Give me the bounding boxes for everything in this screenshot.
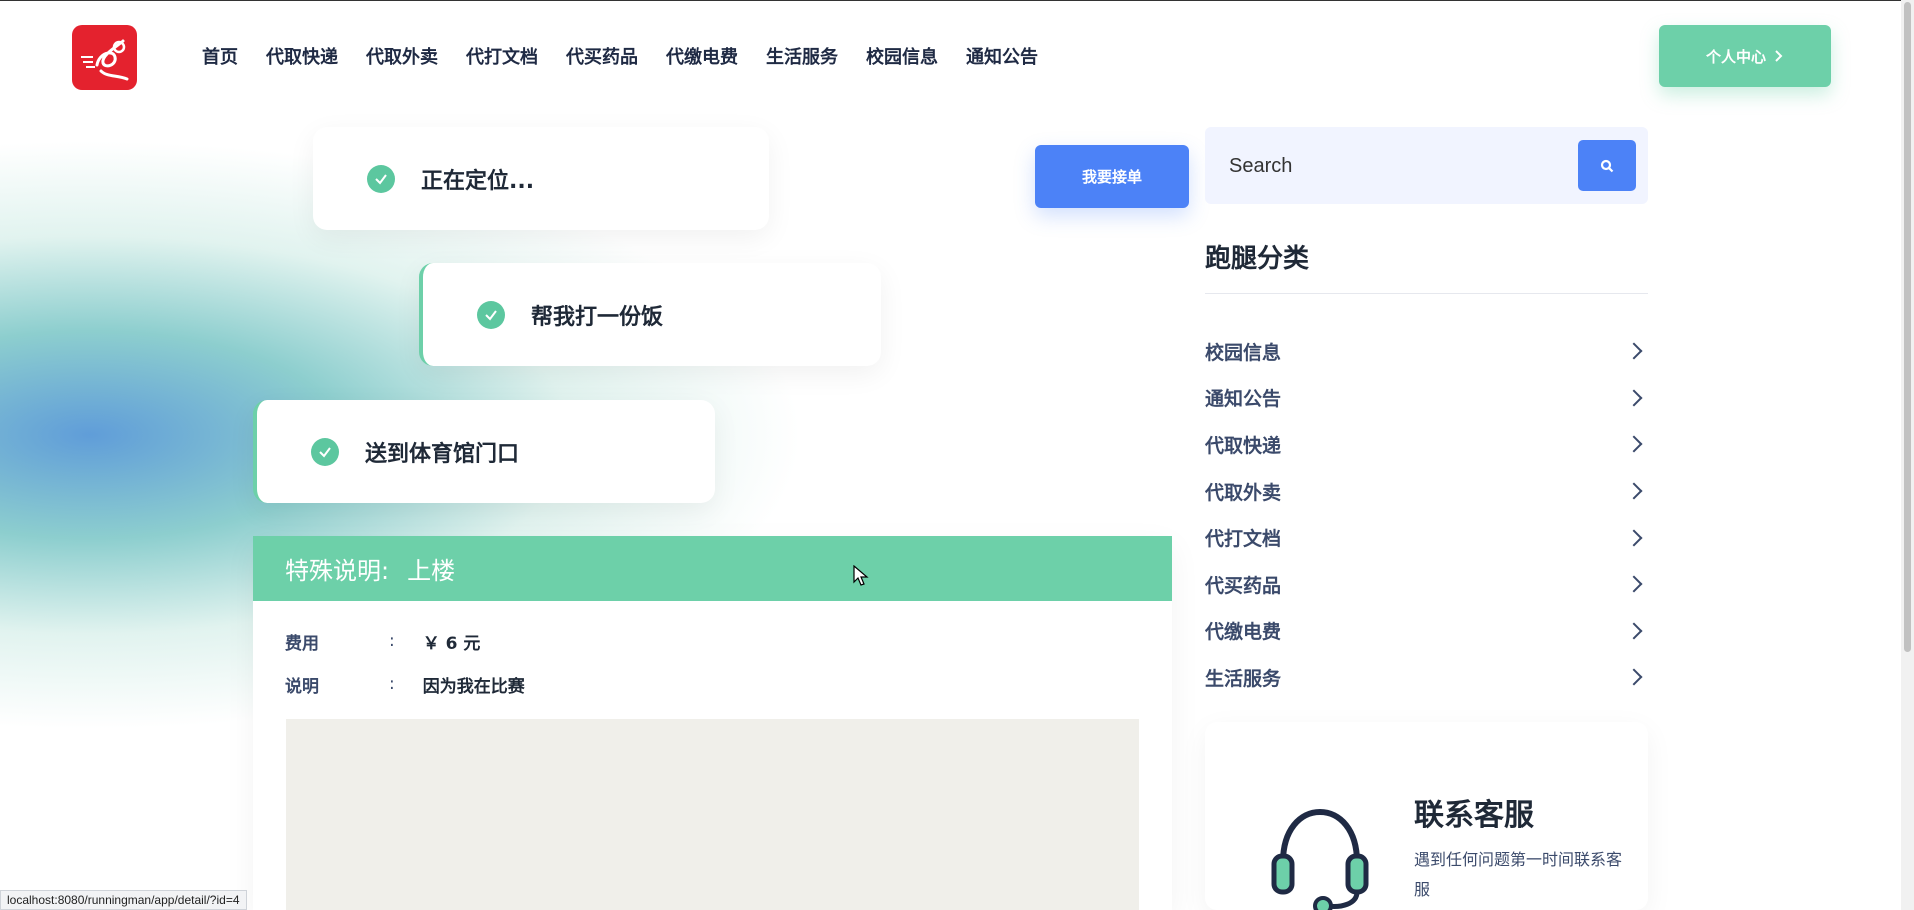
status-bar-url: localhost:8080/runningman/app/detail/?id…: [0, 890, 247, 910]
category-item[interactable]: 校园信息: [1205, 328, 1648, 375]
check-icon: [311, 437, 339, 466]
step-text: 送到体育馆门口: [365, 441, 520, 467]
map-view[interactable]: [286, 719, 1139, 910]
category-label: 代买药品: [1205, 574, 1282, 597]
chevron-right-icon: [1775, 50, 1783, 62]
chevron-right-icon: [1625, 435, 1643, 453]
nav-electricity[interactable]: 代缴电费: [666, 43, 738, 69]
nav-express[interactable]: 代取快递: [266, 43, 338, 69]
chevron-right-icon: [1625, 622, 1643, 640]
category-label: 校园信息: [1205, 341, 1282, 364]
special-note-banner: 特殊说明: 上楼: [253, 536, 1172, 601]
nav-notice[interactable]: 通知公告: [966, 43, 1038, 69]
step-card: 正在定位...: [313, 127, 769, 230]
step-card: 帮我打一份饭: [419, 263, 881, 366]
chevron-right-icon: [1625, 668, 1643, 686]
category-list: 校园信息 通知公告 代取快递 代取外卖 代打文档 代买药品 代缴电费 生活服务: [1205, 328, 1648, 701]
service-title: 联系客服: [1414, 798, 1534, 833]
main-nav: 首页 代取快递 代取外卖 代打文档 代买药品 代缴电费 生活服务 校园信息 通知…: [202, 43, 1066, 69]
divider: [1205, 293, 1648, 294]
category-label: 通知公告: [1205, 388, 1282, 411]
profile-button[interactable]: 个人中心: [1659, 25, 1831, 87]
category-item[interactable]: 生活服务: [1205, 654, 1648, 701]
chevron-right-icon: [1625, 482, 1643, 500]
running-man-logo-icon: [80, 39, 128, 80]
category-label: 代打文档: [1205, 528, 1282, 551]
category-item[interactable]: 代打文档: [1205, 514, 1648, 561]
desc-value: 因为我在比赛: [422, 676, 525, 697]
mouse-cursor-icon: [853, 565, 869, 586]
check-icon: [477, 300, 505, 329]
service-description: 遇到任何问题第一时间联系客服: [1414, 850, 1623, 899]
category-item[interactable]: 代取外卖: [1205, 468, 1648, 515]
step-text: 帮我打一份饭: [531, 304, 664, 330]
fee-key: 费用: [285, 633, 319, 654]
search-input[interactable]: [1229, 149, 1569, 183]
chevron-right-icon: [1625, 575, 1643, 593]
step-card: 送到体育馆门口: [253, 400, 715, 503]
chevron-right-icon: [1625, 342, 1643, 360]
logo[interactable]: [72, 25, 137, 90]
nav-takeout[interactable]: 代取外卖: [366, 43, 438, 69]
nav-home[interactable]: 首页: [202, 43, 238, 69]
desc-key: 说明: [285, 676, 319, 697]
nav-life[interactable]: 生活服务: [766, 43, 838, 69]
headset-icon: [1271, 808, 1369, 910]
category-item[interactable]: 通知公告: [1205, 375, 1648, 422]
category-item[interactable]: 代买药品: [1205, 561, 1648, 608]
fee-value: ￥ 6 元: [422, 633, 481, 654]
step-text: 正在定位...: [421, 168, 535, 194]
scrollbar-thumb[interactable]: [1904, 2, 1911, 652]
category-label: 代取外卖: [1205, 481, 1282, 504]
special-note-label: 特殊说明:: [285, 557, 390, 585]
desc-colon: :: [389, 674, 395, 694]
order-detail-card: 特殊说明: 上楼 费用 : ￥ 6 元 说明 : 因为我在比赛: [253, 536, 1172, 910]
chevron-right-icon: [1625, 529, 1643, 547]
check-icon: [367, 164, 395, 193]
search-icon: [1600, 159, 1614, 172]
category-label: 代取快递: [1205, 434, 1282, 457]
special-note-value: 上楼: [407, 557, 456, 585]
category-title: 跑腿分类: [1205, 244, 1310, 274]
search-button[interactable]: [1578, 140, 1636, 191]
search-box: [1205, 127, 1648, 204]
category-label: 生活服务: [1205, 667, 1282, 690]
fee-row: 费用 : ￥ 6 元: [253, 627, 1172, 655]
nav-print[interactable]: 代打文档: [466, 43, 538, 69]
customer-service-card[interactable]: 联系客服 遇到任何问题第一时间联系客服: [1205, 722, 1648, 910]
scrollbar[interactable]: [1901, 0, 1914, 910]
nav-campus[interactable]: 校园信息: [866, 43, 938, 69]
chevron-right-icon: [1625, 389, 1643, 407]
site-header: 首页 代取快递 代取外卖 代打文档 代买药品 代缴电费 生活服务 校园信息 通知…: [0, 0, 1914, 100]
accept-order-button[interactable]: 我要接单: [1035, 145, 1189, 208]
category-item[interactable]: 代缴电费: [1205, 608, 1648, 655]
profile-button-label: 个人中心: [1705, 47, 1766, 66]
category-label: 代缴电费: [1205, 621, 1282, 644]
category-item[interactable]: 代取快递: [1205, 421, 1648, 468]
fee-colon: :: [389, 631, 395, 651]
nav-medicine[interactable]: 代买药品: [566, 43, 638, 69]
desc-row: 说明 : 因为我在比赛: [253, 670, 1172, 698]
